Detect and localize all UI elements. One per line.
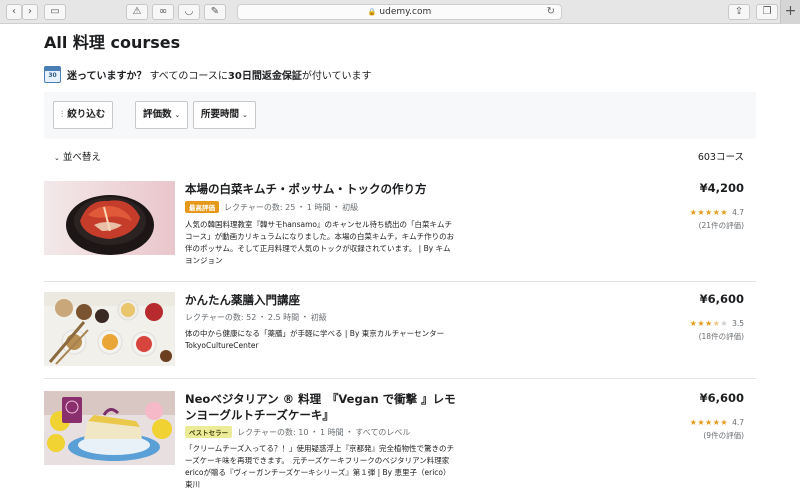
course-card[interactable]: かんたん薬膳入門講座 レクチャーの数: 52 • 2.5 時間 • 初級 体の中から… [44, 292, 744, 372]
calendar-icon: 30 [44, 65, 61, 83]
browser-toolbar: ‹ › ▭ ⚠ ∞ ◡ ✎ 🔒 udemy.com ↻ ⇪ ❐ + [0, 0, 800, 24]
new-tab-button[interactable]: + [780, 0, 800, 24]
pocket-button[interactable]: ◡ [178, 4, 200, 20]
divider [44, 281, 756, 282]
evernote-icon: ✎ [210, 6, 220, 17]
top-rated-badge: 最高評価 [185, 201, 219, 213]
star-rating-icon: ★★★★★ [689, 319, 729, 328]
course-thumbnail-yakuzen[interactable] [44, 292, 175, 366]
sidebar-icon: ▭ [50, 6, 60, 17]
rating-dropdown[interactable]: 評価数 ⌄ [135, 101, 189, 129]
guarantee-banner: 30 迷っていますか？ すべてのコースに 30日間返金保証 が付いています [44, 64, 372, 84]
course-reviews: (18件の評価) [698, 332, 744, 341]
warning-button[interactable]: ⚠ [126, 4, 148, 20]
filter-button[interactable]: ⫶ 絞り込む [53, 101, 114, 129]
filter-sliders-icon: ⫶ [61, 110, 64, 120]
course-description: 人気の韓国料理教室『韓サモhansamo』のキャンセル待ち続出の「白菜キムチコー… [185, 220, 455, 265]
pocket-icon: ◡ [184, 6, 194, 17]
chevron-down-icon: ⌄ [54, 154, 60, 162]
extension-button[interactable]: ∞ [152, 4, 174, 20]
course-meta: レクチャーの数: 52 • 2.5 時間 • 初級 [185, 313, 327, 322]
evernote-button[interactable]: ✎ [204, 4, 226, 20]
chevron-down-icon: ⌄ [242, 111, 248, 119]
lock-icon: 🔒 [367, 8, 377, 16]
course-title[interactable]: 本場の白菜キムチ・ポッサム・トックの作り方 [185, 181, 465, 197]
chevron-left-icon: ‹ [12, 6, 16, 17]
guarantee-tail: が付いています [301, 70, 372, 82]
reload-icon[interactable]: ↻ [547, 5, 555, 19]
link-icon: ∞ [158, 6, 168, 17]
url-text: udemy.com [379, 7, 432, 17]
course-description: 体の中から健康になる「薬膳」が手軽に学べる | By 東京カルチャーセンター T… [185, 329, 445, 350]
course-card[interactable]: Neoベジタリアン ® 料理 『Vegan で衝撃 』レモンヨーグルトチーズケー… [44, 391, 744, 496]
course-thumbnail-cheesecake[interactable] [44, 391, 175, 465]
course-reviews: (9件の評価) [703, 431, 744, 440]
tabs-button[interactable]: ❐ [756, 4, 778, 20]
course-thumbnail-kimchi[interactable] [44, 181, 175, 255]
course-reviews: (21件の評価) [698, 221, 744, 230]
share-icon: ⇪ [734, 6, 744, 17]
course-rating: ★★★★★ 4.7 [689, 208, 744, 217]
tabs-icon: ❐ [762, 6, 772, 17]
guarantee-bold: 30日間返金保証 [227, 70, 302, 82]
guarantee-question: 迷っていますか？ [67, 70, 147, 82]
sort-dropdown[interactable]: ⌄ 並べ替え [54, 149, 101, 163]
course-card[interactable]: 本場の白菜キムチ・ポッサム・トックの作り方 最高評価 レクチャーの数: 25 • … [44, 181, 744, 276]
warning-icon: ⚠ [132, 6, 142, 17]
course-title[interactable]: かんたん薬膳入門講座 [185, 292, 465, 308]
share-button[interactable]: ⇪ [728, 4, 750, 20]
guarantee-text: すべてのコースに [149, 70, 228, 82]
course-count: 603コース [697, 152, 744, 163]
back-button[interactable]: ‹ [6, 4, 22, 20]
course-description: 「クリームチーズ入ってる？！」使用疑惑浮上『京都発』完全植物性で驚きのチーズケー… [185, 444, 455, 489]
course-rating: ★★★★★ 4.7 [689, 418, 744, 427]
chevron-right-icon: › [28, 6, 32, 17]
bestseller-badge: ベストセラー [185, 426, 233, 438]
course-title[interactable]: Neoベジタリアン ® 料理 『Vegan で衝撃 』レモンヨーグルトチーズケー… [185, 391, 465, 423]
page-title: All 料理 courses [44, 33, 181, 52]
course-price: ¥6,600 [699, 391, 744, 405]
course-meta: 最高評価 レクチャーの数: 25 • 1 時間 • 初級 [185, 201, 358, 213]
address-bar[interactable]: 🔒 udemy.com ↻ [237, 4, 562, 20]
chevron-down-icon: ⌄ [174, 111, 181, 119]
filter-bar: ⫶ 絞り込む 評価数 ⌄ 所要時間 ⌄ [44, 92, 756, 139]
star-rating-icon: ★★★★★ [689, 418, 729, 427]
course-price: ¥6,600 [699, 292, 744, 306]
plus-icon: + [784, 3, 797, 19]
duration-dropdown[interactable]: 所要時間 ⌄ [193, 101, 256, 129]
forward-button[interactable]: › [22, 4, 38, 20]
course-price: ¥4,200 [699, 181, 744, 195]
course-meta: ベストセラー レクチャーの数: 10 • 1 時間 • すべてのレベル [185, 426, 410, 438]
star-rating-icon: ★★★★★ [689, 208, 729, 217]
divider [44, 378, 756, 379]
sidebar-button[interactable]: ▭ [44, 4, 66, 20]
course-rating: ★★★★★ 3.5 [689, 319, 744, 328]
